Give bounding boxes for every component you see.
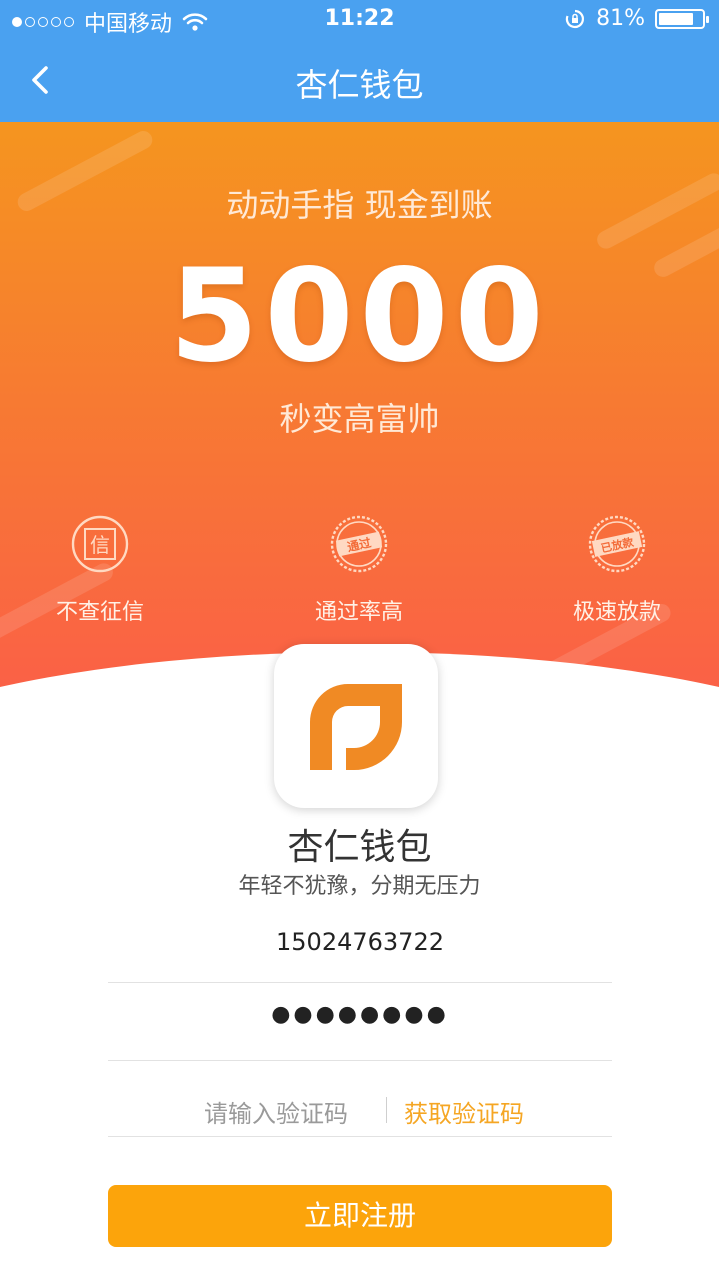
verification-code-input[interactable]: 请输入验证码 xyxy=(204,1094,348,1129)
rotation-lock-icon xyxy=(565,9,585,28)
battery-icon xyxy=(655,8,709,29)
app-name: 杏仁钱包 xyxy=(287,827,432,868)
app-slogan: 年轻不犹豫，分期无压力 xyxy=(238,874,481,899)
phone-field[interactable]: 15024763722 xyxy=(108,906,612,983)
hero-headline: 动动手指 现金到账 xyxy=(226,186,493,224)
svg-text:通过: 通过 xyxy=(346,535,373,555)
app-logo xyxy=(274,644,438,808)
nav-title: 杏仁钱包 xyxy=(295,66,424,104)
feature-label: 不查征信 xyxy=(55,600,144,625)
feature-label: 极速放款 xyxy=(572,600,661,625)
phone-value[interactable]: 15024763722 xyxy=(108,928,612,956)
get-code-button[interactable]: 获取验证码 xyxy=(404,1094,524,1129)
leaf-logo-icon xyxy=(310,684,402,770)
disbursed-stamp-icon: 已放款 xyxy=(588,515,646,573)
credit-seal-icon: 信 xyxy=(71,515,129,573)
verification-code-row: 请输入验证码 获取验证码 xyxy=(108,1062,612,1137)
battery-percent: 81% xyxy=(596,6,645,31)
feature-high-approval: 通过 通过率高 xyxy=(259,514,459,626)
status-bar: 中国移动 11:22 81% xyxy=(0,0,719,40)
register-button[interactable]: 立即注册 xyxy=(108,1185,612,1247)
feature-fast-disbursement: 已放款 极速放款 xyxy=(517,514,717,626)
top-bar: 中国移动 11:22 81% 杏仁钱包 xyxy=(0,0,719,122)
hero-tagline: 秒变高富帅 xyxy=(279,400,440,438)
feature-no-credit-check: 信 不查征信 xyxy=(0,514,200,626)
divider xyxy=(386,1097,387,1123)
password-field[interactable]: ●●●●●●●● xyxy=(108,984,612,1061)
hero-amount: 5000 xyxy=(169,242,550,391)
password-value[interactable]: ●●●●●●●● xyxy=(108,1002,612,1027)
feature-label: 通过率高 xyxy=(314,600,403,625)
approved-stamp-icon: 通过 xyxy=(330,515,388,573)
svg-text:信: 信 xyxy=(90,533,110,557)
status-right: 81% xyxy=(564,6,709,31)
